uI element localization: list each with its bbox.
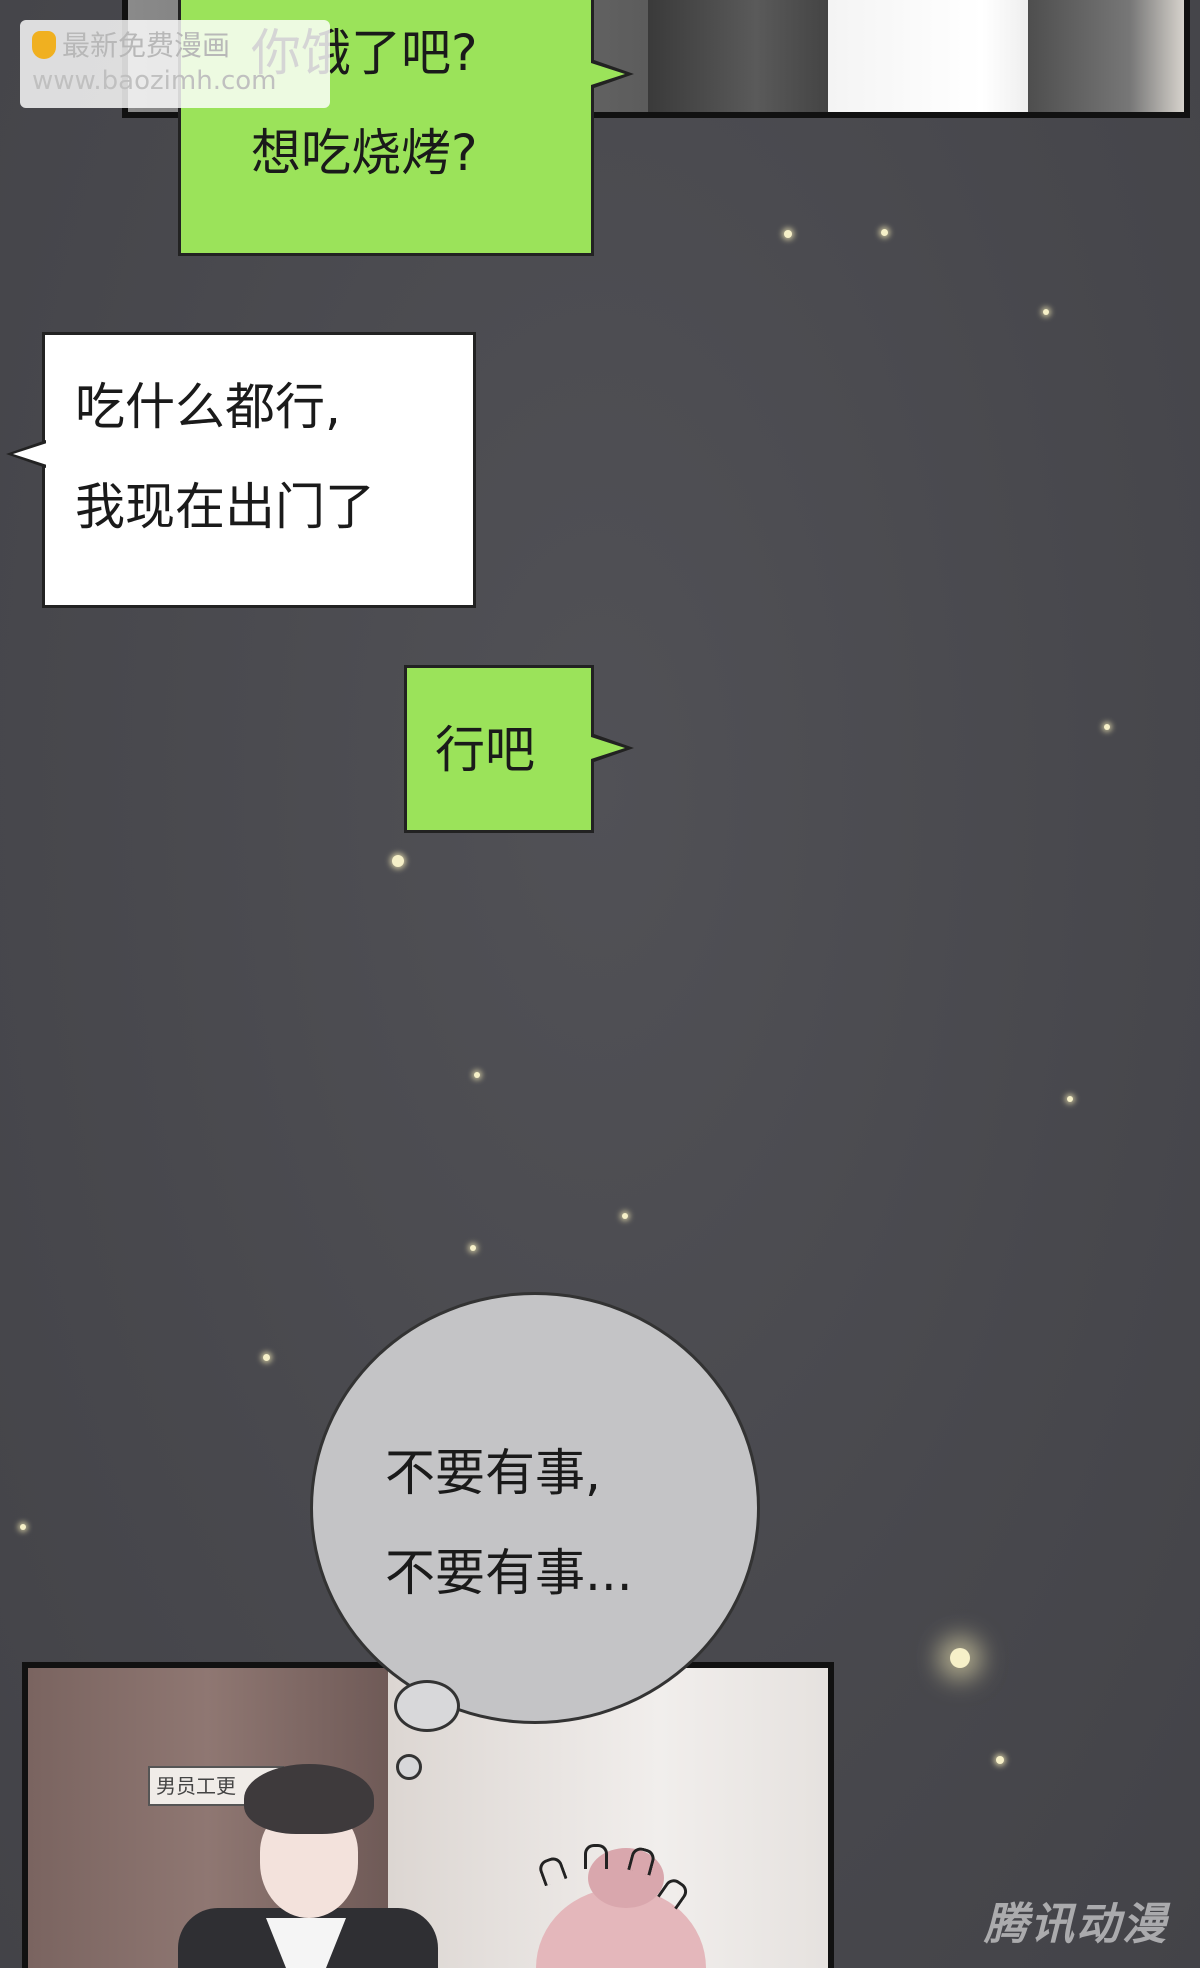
sparkle [1067, 1096, 1073, 1102]
thought-line: 不要有事... [385, 1544, 633, 1602]
sparkle [392, 855, 404, 867]
thought-line: 不要有事, [385, 1444, 601, 1502]
sparkle [474, 1072, 480, 1078]
thought-puff [396, 1754, 422, 1780]
comic-page: 你饿了吧? 想吃烧烤? 最新免费漫画 www.baozimh.com 吃什么都行… [0, 0, 1200, 1968]
watermark: 最新免费漫画 www.baozimh.com [20, 20, 330, 108]
sparkle [996, 1756, 1004, 1764]
top-panel-shirt [828, 0, 1048, 112]
sparkle [263, 1354, 270, 1361]
top-panel-coat [648, 0, 828, 112]
bubble-tail-fill [591, 63, 625, 85]
sparkle [470, 1245, 476, 1251]
bubble-tail-fill [591, 737, 625, 759]
man-hair [244, 1764, 374, 1834]
sparkle [1043, 309, 1049, 315]
publisher-logo: 腾讯动漫 [984, 1899, 1168, 1950]
watermark-url: www.baozimh.com [32, 66, 277, 96]
speech-bubble-white: 吃什么都行, 我现在出门了 [42, 332, 476, 608]
bubble-line: 我现在出门了 [75, 478, 375, 536]
sparkle [20, 1524, 26, 1530]
thought-bubble: 不要有事, 不要有事... [310, 1292, 760, 1724]
sparkle [784, 230, 792, 238]
bubble-line: 吃什么都行, [75, 378, 341, 436]
worry-mark [584, 1844, 608, 1869]
sparkle [950, 1648, 970, 1668]
watermark-title: 最新免费漫画 [62, 29, 231, 62]
pointing-finger-icon [32, 31, 56, 59]
sparkle [622, 1213, 628, 1219]
sparkle [1104, 724, 1110, 730]
top-panel-coat-right [1028, 0, 1184, 112]
thought-puff [394, 1680, 460, 1732]
sparkle [881, 229, 888, 236]
bubble-line: 行吧 [435, 721, 535, 779]
bubble-line: 想吃烧烤? [251, 124, 478, 182]
speech-bubble-green-2: 行吧 [404, 665, 594, 833]
bubble-tail-fill [13, 443, 47, 465]
